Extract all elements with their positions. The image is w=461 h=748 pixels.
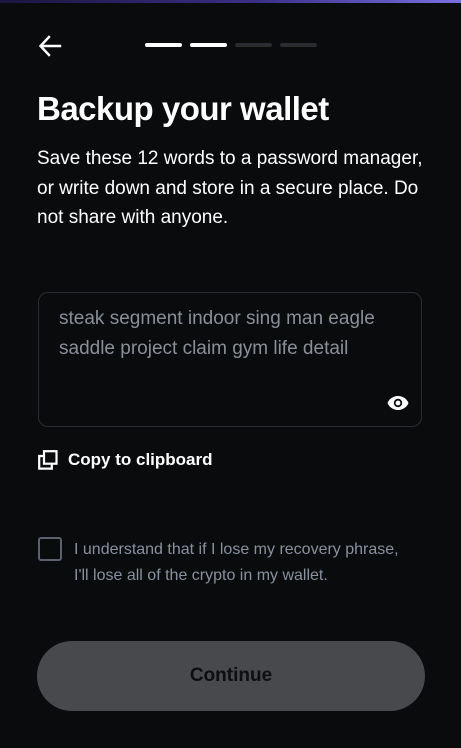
page-title: Backup your wallet	[37, 90, 329, 127]
back-button[interactable]	[36, 33, 64, 59]
backup-wallet-screen: Backup your wallet Save these 12 words t…	[0, 0, 461, 748]
progress-segment-2	[190, 43, 227, 47]
top-accent-bar	[0, 0, 461, 3]
consent-checkbox[interactable]	[38, 537, 62, 561]
page-subtitle: Save these 12 words to a password manage…	[37, 148, 423, 228]
consent-label[interactable]: I understand that if I lose my recovery …	[74, 537, 404, 588]
progress-segment-4	[280, 43, 317, 47]
arrow-left-icon	[38, 35, 62, 57]
recovery-phrase-text: steak segment indoor sing man eagle sadd…	[59, 308, 375, 359]
progress-segment-1	[145, 43, 182, 47]
copy-to-clipboard-label: Copy to clipboard	[68, 450, 213, 469]
eye-icon	[387, 396, 409, 410]
progress-segment-3	[235, 43, 272, 47]
copy-to-clipboard-button[interactable]: Copy to clipboard	[38, 450, 213, 470]
continue-button[interactable]: Continue	[37, 641, 425, 711]
recovery-phrase-box[interactable]: steak segment indoor sing man eagle sadd…	[38, 292, 422, 427]
step-progress-indicator	[145, 43, 317, 47]
consent-row: I understand that if I lose my recovery …	[38, 537, 408, 588]
copy-icon	[38, 450, 58, 470]
toggle-visibility-button[interactable]	[385, 390, 411, 416]
